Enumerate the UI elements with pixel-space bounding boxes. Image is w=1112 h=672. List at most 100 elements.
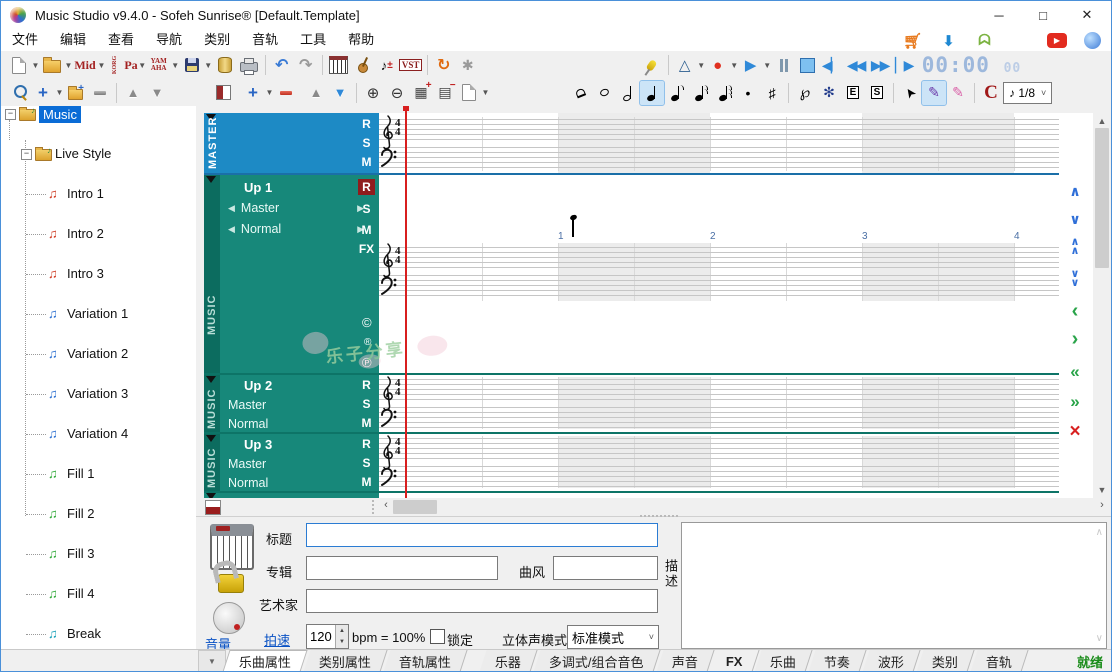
view-options-dropdown[interactable]: ▼: [481, 81, 490, 105]
up1-record-button[interactable]: R: [358, 179, 375, 195]
playhead-marker[interactable]: [403, 106, 409, 111]
nav-close-nav-icon[interactable]: ×: [1063, 421, 1087, 441]
tree-item-ending-3[interactable]: ♫Ending 3: [1, 425, 196, 445]
up2-mode-selector[interactable]: Normal: [228, 417, 268, 431]
up3-mode-selector[interactable]: Normal: [228, 476, 268, 490]
up1-solo-button[interactable]: S: [358, 201, 375, 217]
tree-item-ending-2[interactable]: ♫Ending 2: [1, 405, 196, 425]
up2-voice-selector[interactable]: Master: [228, 398, 266, 412]
remove-track-button[interactable]: [274, 81, 298, 105]
eighth-note-button[interactable]: [664, 81, 688, 105]
collapse-grid-button[interactable]: ▤−: [433, 81, 457, 105]
play-button[interactable]: ▶: [739, 53, 763, 77]
korg-dropdown[interactable]: ▼: [138, 53, 147, 77]
breve-note-button[interactable]: [568, 81, 592, 105]
nav-page-down-chevrons[interactable]: ∨ ∨: [1063, 269, 1087, 289]
nav-scroll-down-chevron[interactable]: ∨: [1063, 209, 1087, 229]
tempo-lock-checkbox[interactable]: [430, 629, 445, 644]
menu-item-2[interactable]: 查看: [97, 29, 145, 51]
new-file-dropdown[interactable]: ▼: [31, 53, 40, 77]
open-file-dropdown[interactable]: ▼: [64, 53, 73, 77]
snap-magnet-icon[interactable]: C: [979, 81, 1003, 105]
save-dropdown[interactable]: ▼: [204, 53, 213, 77]
genre-input[interactable]: [553, 556, 658, 580]
phonogram-badge[interactable]: ℗: [362, 355, 372, 370]
panel-splitter[interactable]: [372, 500, 378, 514]
apple-icon[interactable]: [1011, 31, 1030, 50]
download-icon[interactable]: ⬇︎: [939, 31, 958, 50]
master-mute-button[interactable]: M: [358, 154, 375, 170]
refresh-button[interactable]: ↻: [432, 53, 456, 77]
close-button[interactable]: ✕: [1065, 2, 1109, 28]
tree-item-fill-4[interactable]: ♫Fill 4: [1, 345, 196, 365]
album-input[interactable]: [306, 556, 498, 580]
youtube-icon[interactable]: ▶: [1047, 33, 1067, 48]
add-category-button[interactable]: +: [31, 81, 55, 105]
collapse-triangle-icon[interactable]: [206, 376, 216, 383]
whole-note-button[interactable]: [592, 81, 616, 105]
move-down-button[interactable]: ▼: [145, 81, 169, 105]
tab-乐曲[interactable]: 乐曲: [755, 650, 813, 672]
up1-track-header[interactable]: MUSIC Up 1 ◀Master▶ ◀Normal▶ R S M FX © …: [204, 175, 379, 373]
up1-track-name[interactable]: Up 1: [244, 180, 272, 195]
tree-item-music[interactable]: −Music: [1, 106, 196, 125]
sharp-button[interactable]: ♯: [760, 81, 784, 105]
search-button[interactable]: [7, 81, 31, 105]
collapse-triangle-icon[interactable]: [206, 176, 216, 183]
up3-track-name[interactable]: Up 3: [244, 437, 272, 452]
tree-item-break[interactable]: ♫Break: [1, 365, 196, 385]
hscroll-right-arrow[interactable]: ›: [1095, 499, 1109, 515]
up1-mute-button[interactable]: M: [358, 222, 375, 238]
add-track-dropdown[interactable]: ▼: [265, 81, 274, 105]
tree-item-pad-1[interactable]: ♫Pad 1: [1, 445, 196, 465]
up2-track-header[interactable]: MUSIC Up 2 Master Normal R S M: [204, 375, 379, 432]
volume-knob[interactable]: [213, 602, 245, 634]
track-down-button[interactable]: ▼: [328, 81, 352, 105]
tree-item-ending-1[interactable]: ♫Ending 1: [1, 385, 196, 405]
menu-item-1[interactable]: 编辑: [49, 29, 97, 51]
vscroll-thumb[interactable]: [1095, 128, 1109, 268]
tab-类别属性[interactable]: 类别属性: [303, 650, 387, 672]
tree-item-pad-3[interactable]: ♫Pad 3: [1, 485, 196, 505]
record-button[interactable]: ●: [706, 53, 730, 77]
rewind-button[interactable]: ◀◀: [844, 53, 868, 77]
nav-scroll-right-chevron[interactable]: ›: [1063, 329, 1087, 349]
fast-forward-button[interactable]: ▶▶: [868, 53, 892, 77]
tree-item-fill-3[interactable]: ♫Fill 3: [1, 325, 196, 345]
up1-staff-area[interactable]: 44 1234: [379, 175, 1091, 373]
tab-FX[interactable]: FX: [710, 650, 759, 672]
up3-solo-button[interactable]: S: [358, 455, 375, 471]
tree-item-intro-1[interactable]: ♫Intro 1: [1, 145, 196, 165]
tree-item-variation-3[interactable]: ♫Variation 3: [1, 245, 196, 265]
tab-音轨[interactable]: 音轨: [971, 650, 1029, 672]
quarter-note-button[interactable]: [640, 81, 664, 105]
move-up-button[interactable]: ▲: [121, 81, 145, 105]
tab-乐器[interactable]: 乐器: [479, 650, 537, 672]
expand-box-icon[interactable]: −: [5, 109, 16, 120]
up3-voice-selector[interactable]: Master: [228, 457, 266, 471]
title-input[interactable]: [306, 523, 658, 547]
settings-gear-icon[interactable]: ✱: [456, 53, 480, 77]
metronome-dropdown[interactable]: ▼: [697, 53, 706, 77]
pause-button[interactable]: [772, 53, 796, 77]
step-back-button[interactable]: ◀▏: [820, 53, 844, 77]
vst-plugins-button[interactable]: VST: [399, 53, 423, 77]
master-track-header[interactable]: MASTER R S M: [204, 113, 379, 173]
export-audio-button[interactable]: [213, 53, 237, 77]
guitar-fretboard-button[interactable]: [351, 53, 375, 77]
up1-mode-selector[interactable]: ◀Normal▶: [228, 222, 364, 236]
tab-list-dropdown[interactable]: ▼: [198, 650, 226, 672]
tree-item-variation-4[interactable]: ♫Variation 4: [1, 265, 196, 285]
android-icon[interactable]: ᗣ: [975, 31, 994, 50]
up3-mute-button[interactable]: M: [358, 474, 375, 490]
web-icon[interactable]: [1084, 32, 1101, 49]
cart-icon[interactable]: 🛒︎: [903, 31, 922, 50]
select-cursor-button[interactable]: ➤: [898, 81, 922, 105]
quarter-note-event[interactable]: [570, 215, 580, 237]
draw-pencil-button[interactable]: ✎: [922, 81, 946, 105]
tab-乐曲属性[interactable]: 乐曲属性: [222, 650, 307, 672]
menu-item-5[interactable]: 音轨: [241, 29, 289, 51]
master-staff-area[interactable]: 44: [379, 113, 1091, 173]
expand-grid-button[interactable]: ▦+: [409, 81, 433, 105]
up3-staff-area[interactable]: 44: [379, 434, 1091, 491]
